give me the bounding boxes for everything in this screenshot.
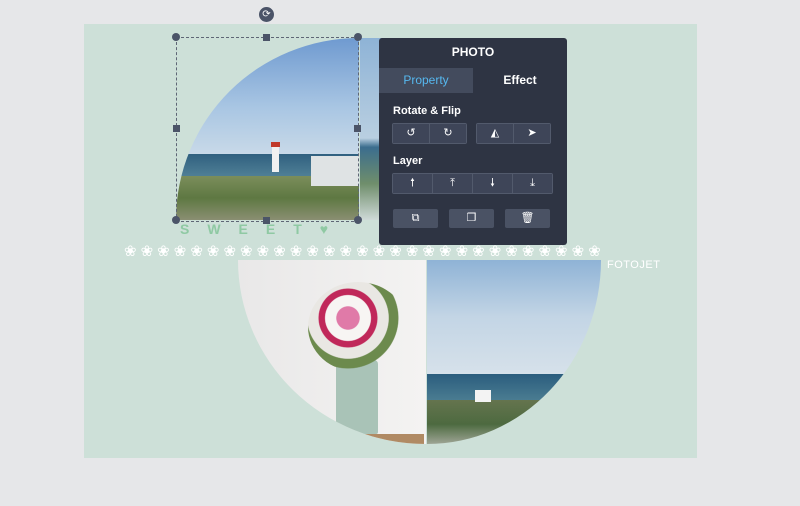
layer-label: Layer	[393, 155, 423, 167]
flower-icon: ❀	[140, 243, 154, 260]
duplicate-icon[interactable]: ❐	[449, 209, 494, 228]
flower-icon: ❀	[422, 243, 435, 260]
photo-flowers[interactable]	[238, 260, 426, 444]
flip-vertical-icon[interactable]: ➤	[514, 124, 550, 143]
resize-handle-left[interactable]	[173, 125, 180, 132]
flower-icon: ❀	[505, 243, 518, 260]
sweet-lettering: SWEET♥	[180, 221, 328, 237]
flower-icon: ❀	[289, 243, 303, 260]
flower-icon: ❀	[372, 243, 386, 260]
tab-effect[interactable]: Effect	[473, 68, 567, 93]
flower-icon: ❀	[206, 243, 220, 260]
heart-icon: ♥	[319, 221, 329, 237]
panel-tabs: Property Effect	[379, 68, 567, 93]
resize-handle-top[interactable]	[263, 34, 270, 41]
flower-icon: ❀	[273, 243, 286, 260]
delete-icon[interactable]: 🗑	[505, 209, 550, 228]
flower-icon: ❀	[588, 243, 601, 260]
flower-icon: ❀	[555, 243, 568, 260]
resize-handle-bottom-left[interactable]	[172, 216, 180, 224]
flower-icon: ❀	[389, 243, 402, 260]
flower-icon: ❀	[322, 243, 336, 260]
flower-icon: ❀	[488, 243, 502, 260]
resize-handle-top-left[interactable]	[172, 33, 180, 41]
flower-icon: ❀	[571, 243, 585, 260]
flower-icon: ❀	[472, 243, 485, 260]
flower-icon: ❀	[356, 243, 369, 260]
layer-button-group: 🠕 ⤒ 🠗 ⤓	[392, 173, 553, 194]
flower-icon: ❀	[223, 243, 237, 260]
flower-icon: ❀	[173, 243, 187, 260]
flower-icon: ❀	[521, 243, 535, 260]
bring-to-front-icon[interactable]: ⤒	[433, 174, 473, 193]
panel-title: PHOTO	[451, 45, 495, 59]
send-backward-icon[interactable]: 🠗	[473, 174, 513, 193]
sweet-text: SWEET	[180, 221, 320, 237]
rotate-flip-label: Rotate & Flip	[393, 105, 461, 117]
photo-coast[interactable]	[427, 260, 601, 444]
flower-icon: ❀	[339, 243, 353, 260]
flower-icon: ❀	[190, 243, 203, 260]
selection-box[interactable]	[176, 37, 359, 222]
table-shape	[324, 434, 424, 444]
bring-forward-icon[interactable]: 🠕	[393, 174, 433, 193]
flower-icon: ❀	[240, 243, 253, 260]
send-to-back-icon[interactable]: ⤓	[513, 174, 552, 193]
photo-panel: PHOTO Property Effect Rotate & Flip ↺ ↻ …	[379, 38, 567, 245]
flower-icon: ❀	[455, 243, 469, 260]
fotojet-watermark: FOTOJET	[607, 259, 661, 271]
resize-handle-top-right[interactable]	[354, 33, 362, 41]
resize-handle-right[interactable]	[354, 125, 361, 132]
resize-handle-bottom[interactable]	[263, 217, 270, 224]
rotate-right-icon[interactable]: ↻	[430, 124, 466, 143]
flower-icon: ❀	[157, 243, 170, 260]
resize-handle-bottom-right[interactable]	[354, 216, 362, 224]
flower-icon: ❀	[306, 243, 319, 260]
flip-horizontal-icon[interactable]: ◭	[477, 124, 514, 143]
flower-icon: ❀	[438, 243, 452, 260]
bouquet-shape	[308, 282, 408, 372]
flower-icon: ❀	[538, 243, 552, 260]
flower-icon: ❀	[405, 243, 419, 260]
crop-icon[interactable]: ⧉	[393, 209, 438, 228]
flower-icon: ❀	[124, 243, 137, 260]
flip-button-group: ◭ ➤	[476, 123, 551, 144]
rotate-button-group: ↺ ↻	[392, 123, 467, 144]
tab-property[interactable]: Property	[379, 68, 473, 93]
house-shape	[475, 390, 491, 402]
rotate-left-icon[interactable]: ↺	[393, 124, 430, 143]
flower-border: ❀ ❀ ❀ ❀ ❀ ❀ ❀ ❀ ❀ ❀ ❀ ❀ ❀ ❀ ❀ ❀ ❀ ❀ ❀ ❀ …	[124, 244, 664, 260]
flower-icon: ❀	[256, 243, 270, 260]
rotate-handle-icon[interactable]: ⟳	[259, 7, 274, 22]
